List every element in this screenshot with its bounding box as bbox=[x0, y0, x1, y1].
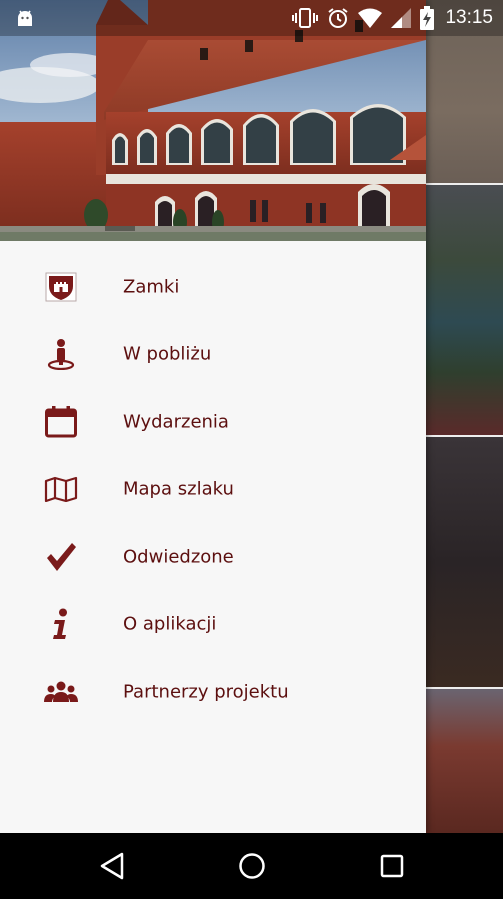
home-icon[interactable] bbox=[230, 844, 274, 888]
menu-item-o-aplikacji[interactable]: O aplikacji bbox=[0, 591, 426, 659]
castle-shield-icon bbox=[42, 268, 80, 306]
calendar-icon bbox=[42, 403, 80, 441]
battery-charging-icon bbox=[420, 6, 435, 30]
menu-item-label: Mapa szlaku bbox=[123, 478, 234, 500]
clock: 13:15 bbox=[445, 7, 493, 28]
vibrate-icon bbox=[292, 8, 319, 28]
map-icon bbox=[42, 470, 80, 508]
menu-item-label: Odwiedzone bbox=[123, 546, 234, 568]
alarm-icon bbox=[327, 7, 349, 29]
cell-signal-icon bbox=[391, 8, 412, 28]
person-pin-icon bbox=[42, 335, 80, 373]
status-bar: 13:15 bbox=[0, 0, 503, 36]
menu-item-label: W pobliżu bbox=[123, 343, 212, 365]
background-photo-tile[interactable] bbox=[426, 185, 503, 435]
background-photo-tile[interactable] bbox=[426, 437, 503, 687]
menu-item-wydarzenia[interactable]: Wydarzenia bbox=[0, 388, 426, 456]
menu-item-partnerzy-projektu[interactable]: Partnerzy projektu bbox=[0, 658, 426, 726]
recents-icon[interactable] bbox=[370, 844, 414, 888]
background-photo-tile[interactable] bbox=[426, 689, 503, 833]
menu-item-label: Partnerzy projektu bbox=[123, 681, 289, 703]
system-nav-bar bbox=[0, 833, 503, 899]
menu-item-label: Wydarzenia bbox=[123, 411, 229, 433]
android-debug-icon bbox=[14, 7, 36, 29]
menu-item-w-poblizu[interactable]: W pobliżu bbox=[0, 321, 426, 389]
group-icon bbox=[42, 673, 80, 711]
menu-item-mapa-szlaku[interactable]: Mapa szlaku bbox=[0, 456, 426, 524]
menu-item-odwiedzone[interactable]: Odwiedzone bbox=[0, 523, 426, 591]
info-icon bbox=[42, 605, 80, 643]
menu-item-label: Zamki bbox=[123, 276, 180, 298]
checkmark-icon bbox=[42, 538, 80, 576]
drawer-menu: Zamki W pobliżu Wydarzenia Mapa szlaku O… bbox=[0, 253, 426, 726]
back-icon[interactable] bbox=[90, 844, 134, 888]
wifi-icon bbox=[358, 8, 383, 28]
drawer-header-image bbox=[0, 0, 426, 241]
menu-item-zamki[interactable]: Zamki bbox=[0, 253, 426, 321]
menu-item-label: O aplikacji bbox=[123, 613, 217, 635]
navigation-drawer: Zamki W pobliżu Wydarzenia Mapa szlaku O… bbox=[0, 0, 426, 833]
